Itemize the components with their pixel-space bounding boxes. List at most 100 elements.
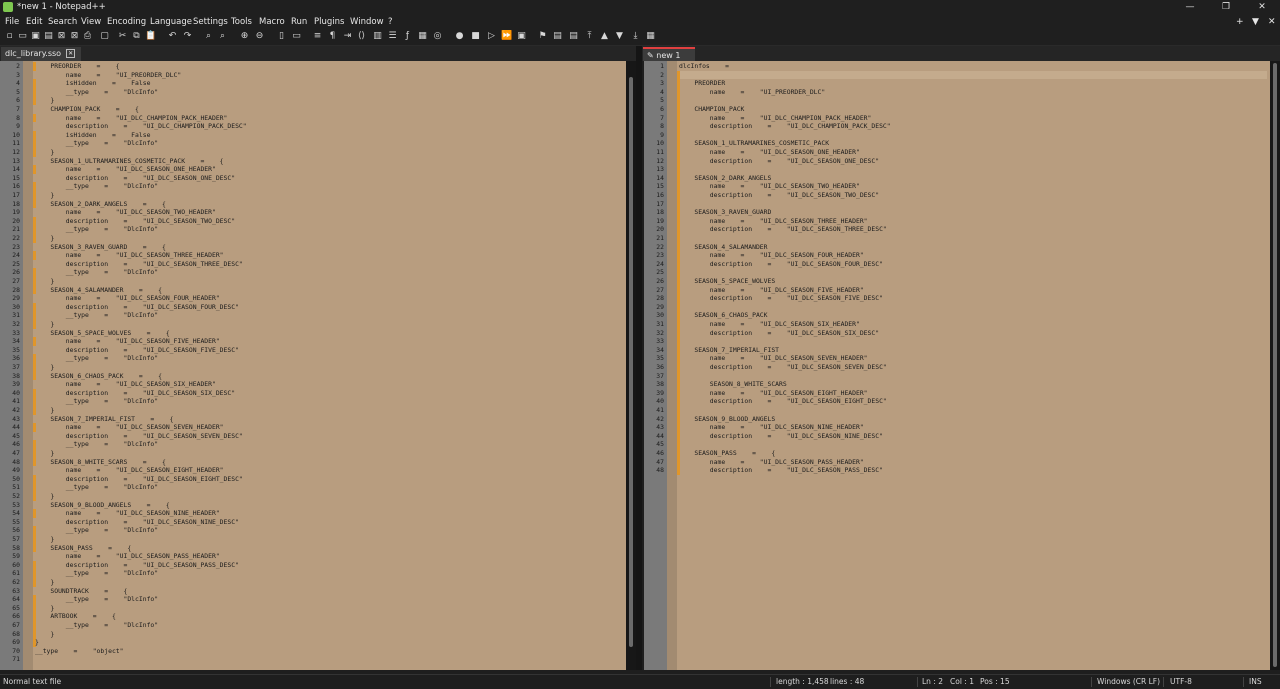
doc-list-icon[interactable]: ☰ — [387, 31, 398, 42]
code-line[interactable]: description = "UI_DLC_SEASON_SEVEN_DESC" — [35, 432, 243, 441]
code-line[interactable]: } — [35, 363, 54, 372]
code-line[interactable]: SEASON_7_IMPERIAL_FIST — [679, 346, 779, 355]
code-line[interactable]: } — [35, 234, 54, 243]
maximize-button[interactable]: ❐ — [1208, 0, 1244, 14]
code-line[interactable]: } — [35, 191, 54, 200]
code-line[interactable]: __type = "DlcInfo" — [35, 397, 158, 406]
right-scroll-thumb[interactable] — [1273, 63, 1277, 667]
code-line[interactable]: description = "UI_DLC_SEASON_NINE_DESC" — [679, 432, 883, 441]
bookmark-icon[interactable]: ⚑ — [537, 31, 548, 42]
code-line[interactable]: } — [35, 578, 54, 587]
record-icon[interactable]: ● — [454, 31, 465, 42]
code-line[interactable]: __type = "DlcInfo" — [35, 139, 158, 148]
menu-macro[interactable]: Macro — [259, 15, 285, 29]
right-vertical-scrollbar[interactable] — [1270, 61, 1280, 670]
code-line[interactable]: SEASON_9_BLOOD_ANGELS — [679, 415, 775, 424]
tab-new-1[interactable]: ✎ new 1✕ — [643, 47, 695, 74]
code-line[interactable]: } — [35, 406, 54, 415]
left-scroll-thumb[interactable] — [629, 77, 633, 647]
print-icon[interactable]: ⎙ — [82, 31, 93, 42]
zoom-out-icon[interactable]: ⊖ — [254, 31, 265, 42]
code-line[interactable]: name = "UI_PREORDER_DLC" — [35, 71, 181, 80]
code-line[interactable]: CHAMPION_PACK = { — [35, 105, 139, 114]
view-splitter[interactable] — [636, 46, 642, 670]
code-line[interactable]: description = "UI_DLC_SEASON_ONE_DESC" — [35, 174, 235, 183]
code-line[interactable]: SEASON_5_SPACE_WOLVES — [679, 277, 775, 286]
code-line[interactable]: __type = "DlcInfo" — [35, 354, 158, 363]
code-line[interactable]: PREORDER = { — [35, 62, 119, 71]
code-line[interactable]: } — [35, 638, 39, 647]
code-line[interactable]: description = "UI_DLC_SEASON_SIX_DESC" — [35, 389, 235, 398]
code-line[interactable]: SOUNDTRACK = { — [35, 587, 127, 596]
play-icon[interactable]: ▷ — [486, 31, 497, 42]
monitor-icon[interactable]: ◎ — [432, 31, 443, 42]
save-icon[interactable]: ▣ — [30, 31, 41, 42]
play-multi-icon[interactable]: ⏩ — [501, 31, 512, 42]
code-line[interactable]: name = "UI_DLC_SEASON_ONE_HEADER" — [679, 148, 860, 157]
code-line[interactable]: SEASON_6_CHAOS_PACK — [679, 311, 767, 320]
code-line[interactable]: __type = "DlcInfo" — [35, 595, 158, 604]
compare-2-icon[interactable]: ▤ — [568, 31, 579, 42]
menu-view[interactable]: View — [81, 15, 101, 29]
code-line[interactable]: description = "UI_DLC_SEASON_FOUR_DESC" — [679, 260, 883, 269]
code-line[interactable]: } — [35, 96, 54, 105]
code-line[interactable]: name = "UI_DLC_SEASON_ONE_HEADER" — [35, 165, 216, 174]
code-line[interactable]: description = "UI_DLC_SEASON_SIX_DESC" — [679, 329, 879, 338]
code-line[interactable]: __type = "DlcInfo" — [35, 225, 158, 234]
code-line[interactable]: description = "UI_DLC_SEASON_THREE_DESC" — [679, 225, 887, 234]
code-line[interactable]: name = "UI_DLC_CHAMPION_PACK_HEADER" — [35, 114, 228, 123]
code-line[interactable]: SEASON_2_DARK_ANGELS = { — [35, 200, 165, 209]
code-line[interactable]: SEASON_PASS = { — [679, 449, 775, 458]
tab-close-icon[interactable]: ✕ — [66, 49, 76, 58]
code-line[interactable]: SEASON_3_RAVEN_GUARD = { — [35, 243, 165, 252]
compare-icon[interactable]: ▤ — [552, 31, 563, 42]
save-all-icon[interactable]: ▤ — [43, 31, 54, 42]
menu-settings[interactable]: Settings — [193, 15, 228, 29]
tab-dlc-library[interactable]: dlc_library.sso ✕ — [1, 47, 81, 61]
code-line[interactable]: description = "UI_DLC_CHAMPION_PACK_DESC… — [35, 122, 247, 131]
find-icon[interactable]: ⌕ — [203, 31, 214, 42]
panel-icon[interactable]: ▦ — [645, 31, 656, 42]
code-line[interactable]: } — [35, 148, 54, 157]
close-icon[interactable]: ⊠ — [56, 31, 67, 42]
menu-run[interactable]: Run — [291, 15, 307, 29]
undo-icon[interactable]: ↶ — [167, 31, 178, 42]
code-line[interactable]: SEASON_1_ULTRAMARINES_COSMETIC_PACK — [679, 139, 829, 148]
code-line[interactable]: __type = "DlcInfo" — [35, 88, 158, 97]
copy-icon[interactable]: ⧉ — [131, 31, 142, 42]
code-line[interactable]: description = "UI_DLC_SEASON_EIGHT_DESC" — [35, 475, 243, 484]
code-line[interactable]: name = "UI_DLC_CHAMPION_PACK_HEADER" — [679, 114, 872, 123]
code-line[interactable]: } — [35, 320, 54, 329]
code-line[interactable]: __type = "DlcInfo" — [35, 621, 158, 630]
code-line[interactable]: __type = "DlcInfo" — [35, 569, 158, 578]
code-line[interactable]: ARTBOOK = { — [35, 612, 115, 621]
code-line[interactable]: SEASON_PASS = { — [35, 544, 131, 553]
code-line[interactable]: name = "UI_DLC_SEASON_SEVEN_HEADER" — [35, 423, 224, 432]
code-line[interactable]: SEASON_3_RAVEN_GUARD — [679, 208, 771, 217]
menu-tools[interactable]: Tools — [231, 15, 252, 29]
menu-help[interactable]: ? — [388, 15, 393, 29]
next-diff-icon[interactable]: ▼ — [614, 31, 625, 42]
code-line[interactable]: SEASON_7_IMPERIAL_FIST = { — [35, 415, 173, 424]
code-line[interactable]: name = "UI_DLC_SEASON_FIVE_HEADER" — [679, 286, 864, 295]
menu-search[interactable]: Search — [48, 15, 77, 29]
new-file-icon[interactable]: ▫ — [4, 31, 15, 42]
sync-h-icon[interactable]: ▭ — [291, 31, 302, 42]
paste-icon[interactable]: 📋 — [145, 31, 156, 42]
code-line[interactable]: name = "UI_PREORDER_DLC" — [679, 88, 825, 97]
code-line[interactable]: isHidden = False — [35, 131, 151, 140]
print-now-icon[interactable]: ▢ — [99, 31, 110, 42]
code-line[interactable]: __type = "DlcInfo" — [35, 268, 158, 277]
stop-icon[interactable]: ■ — [470, 31, 481, 42]
minimize-button[interactable]: — — [1172, 0, 1208, 14]
menu-language[interactable]: Language — [150, 15, 192, 29]
code-line[interactable]: description = "UI_DLC_SEASON_FIVE_DESC" — [679, 294, 883, 303]
code-line[interactable]: name = "UI_DLC_SEASON_PASS_HEADER" — [35, 552, 220, 561]
code-line[interactable]: name = "UI_DLC_SEASON_SIX_HEADER" — [35, 380, 216, 389]
left-editor[interactable]: 2 PREORDER = {3 name = "UI_PREORDER_DLC"… — [0, 61, 626, 670]
code-line[interactable]: } — [35, 277, 54, 286]
code-line[interactable]: SEASON_6_CHAOS_PACK = { — [35, 372, 162, 381]
code-line[interactable]: name = "UI_DLC_SEASON_THREE_HEADER" — [35, 251, 224, 260]
code-line[interactable]: description = "UI_DLC_SEASON_PASS_DESC" — [679, 466, 883, 475]
doc-map-icon[interactable]: ▥ — [372, 31, 383, 42]
